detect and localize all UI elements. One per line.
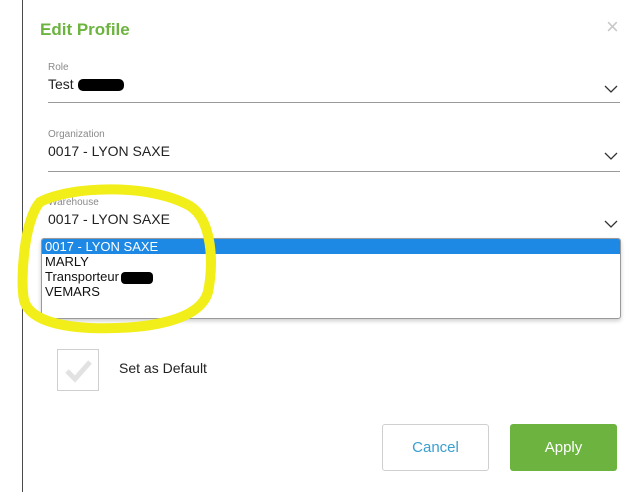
warehouse-label: Warehouse [48, 197, 99, 208]
role-value: Test [48, 76, 620, 94]
warehouse-option[interactable]: MARLY [42, 254, 620, 269]
role-label: Role [48, 62, 69, 73]
edit-profile-modal: Edit Profile × Role Test Organization 00… [23, 0, 635, 492]
checkmark-icon [65, 360, 92, 383]
warehouse-option[interactable]: VEMARS [42, 284, 620, 299]
modal-title: Edit Profile [40, 20, 130, 39]
role-underline [48, 102, 620, 103]
role-select[interactable]: Role Test [48, 62, 620, 103]
role-value-text: Test [48, 76, 74, 92]
cancel-button[interactable]: Cancel [382, 424, 489, 471]
warehouse-select[interactable]: Warehouse 0017 - LYON SAXE [48, 197, 620, 229]
apply-button[interactable]: Apply [510, 424, 617, 471]
warehouse-option-text: Transporteur [45, 269, 119, 284]
organization-value: 0017 - LYON SAXE [48, 143, 170, 159]
chevron-down-icon[interactable] [604, 149, 618, 163]
redaction-mark [120, 271, 153, 284]
default-checkbox-label: Set as Default [119, 360, 207, 376]
close-icon[interactable]: × [606, 14, 619, 40]
organization-select[interactable]: Organization 0017 - LYON SAXE [48, 129, 620, 172]
background-panel-edge [0, 0, 23, 492]
warehouse-value: 0017 - LYON SAXE [48, 211, 170, 227]
warehouse-dropdown-list: 0017 - LYON SAXE MARLY Transporteur VEMA… [41, 238, 621, 319]
redaction-mark [77, 79, 124, 92]
warehouse-option[interactable]: 0017 - LYON SAXE [42, 239, 620, 254]
organization-underline [48, 171, 620, 172]
warehouse-option[interactable]: Transporteur [42, 269, 620, 284]
organization-label: Organization [48, 129, 105, 140]
chevron-down-icon[interactable] [604, 217, 618, 231]
chevron-down-icon[interactable] [604, 82, 618, 96]
default-checkbox[interactable] [57, 349, 99, 391]
